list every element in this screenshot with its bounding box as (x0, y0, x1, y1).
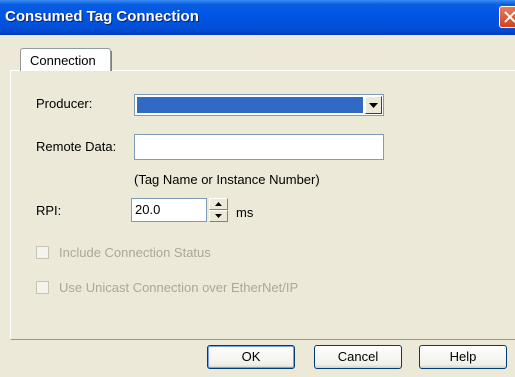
close-icon (504, 11, 515, 23)
rpi-spin-up-button[interactable] (209, 198, 228, 210)
remote-data-hint: (Tag Name or Instance Number) (134, 172, 320, 187)
ok-button[interactable]: OK (207, 345, 295, 369)
include-status-checkbox[interactable] (36, 246, 49, 259)
rpi-input[interactable]: 20.0 (131, 198, 207, 222)
rpi-spinner[interactable] (209, 198, 228, 222)
rpi-unit: ms (236, 205, 254, 220)
producer-label: Producer: (36, 96, 93, 111)
chevron-down-icon (369, 103, 378, 108)
remote-data-label: Remote Data: (36, 139, 117, 154)
rpi-label: RPI: (36, 203, 62, 218)
arrow-up-icon (215, 202, 222, 206)
rpi-value: 20.0 (135, 202, 161, 217)
tab-connection-label: Connection (30, 53, 96, 68)
rpi-spin-down-button[interactable] (209, 210, 228, 222)
help-button[interactable]: Help (419, 345, 507, 369)
producer-dropdown-button[interactable] (365, 96, 382, 114)
close-button[interactable] (499, 6, 515, 28)
arrow-down-icon (215, 214, 222, 218)
cancel-button[interactable]: Cancel (314, 345, 402, 369)
tab-divider (111, 51, 112, 71)
use-unicast-checkbox[interactable] (36, 281, 49, 294)
dialog-window: Consumed Tag Connection Connection Produ… (0, 0, 515, 377)
window-title: Consumed Tag Connection (5, 8, 199, 25)
include-status-label: Include Connection Status (59, 245, 211, 260)
remote-data-input[interactable] (134, 134, 384, 160)
title-bar[interactable]: Consumed Tag Connection (0, 0, 515, 35)
producer-selected-value (137, 97, 363, 113)
use-unicast-label: Use Unicast Connection over EtherNet/IP (59, 280, 299, 295)
dialog-body: Connection Producer: Remote Data: (Tag N… (0, 35, 515, 377)
producer-dropdown[interactable] (134, 94, 384, 116)
tab-connection[interactable]: Connection (20, 48, 112, 71)
